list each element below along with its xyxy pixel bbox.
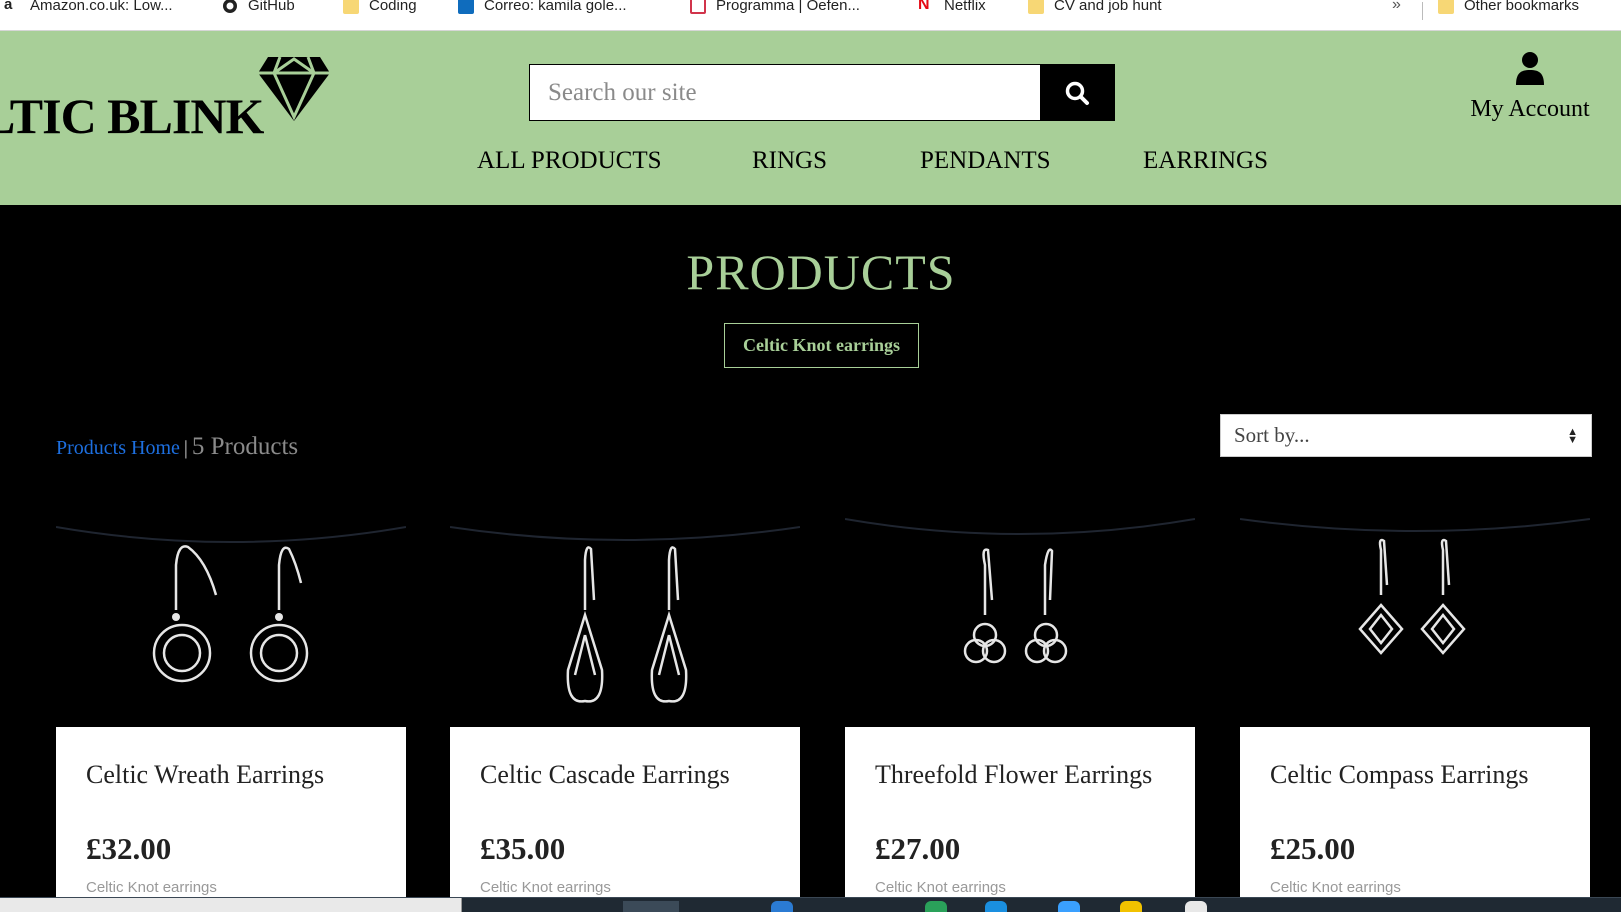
sort-label: Sort by...	[1234, 423, 1310, 447]
my-account-link[interactable]: My Account	[1460, 51, 1600, 123]
bookmark-other[interactable]: Other bookmarks	[1438, 0, 1579, 14]
product-image[interactable]	[449, 505, 801, 727]
bookmark-programma[interactable]: Programma | Oefen...	[690, 0, 860, 14]
product-name[interactable]: Celtic Cascade Earrings	[480, 757, 770, 829]
category-tag[interactable]: Celtic Knot earrings	[724, 323, 919, 368]
taskbar	[0, 897, 1621, 912]
main-nav: ALL PRODUCTS RINGS PENDANTS EARRINGS	[0, 147, 1621, 187]
bookmarks-bar: a Amazon.co.uk: Low... GitHub Coding Cor…	[0, 0, 1621, 31]
product-card[interactable]: Celtic Cascade Earrings £35.00 Celtic Kn…	[449, 505, 801, 912]
main-content: PRODUCTS Celtic Knot earrings Products H…	[0, 205, 1621, 912]
bookmark-coding[interactable]: Coding	[343, 0, 417, 14]
product-card[interactable]: Threefold Flower Earrings £27.00 Celtic …	[844, 505, 1196, 912]
sort-select[interactable]: Sort by... ▲ ▼	[1220, 414, 1592, 457]
my-account-label: My Account	[1470, 96, 1590, 122]
sort-arrows-icon: ▲ ▼	[1567, 425, 1578, 446]
folder-icon	[1028, 0, 1044, 14]
bookmark-icon	[690, 0, 706, 14]
taskbar-app-icon[interactable]	[1058, 901, 1080, 912]
amazon-icon: a	[4, 0, 13, 13]
bookmark-cv[interactable]: CV and job hunt	[1028, 0, 1162, 14]
bookmark-outlook[interactable]: Correo: kamila gole...	[458, 0, 627, 14]
diamond-logo-icon[interactable]	[256, 55, 332, 123]
taskbar-app-icon[interactable]	[1120, 901, 1142, 912]
product-info: Celtic Compass Earrings £25.00 Celtic Kn…	[1240, 727, 1590, 912]
product-card[interactable]: Celtic Wreath Earrings £32.00 Celtic Kno…	[55, 505, 407, 912]
outlook-icon	[458, 0, 474, 14]
folder-icon	[1438, 0, 1454, 14]
products-home-link[interactable]: Products Home	[56, 437, 180, 459]
folder-icon	[343, 0, 359, 14]
nav-all-products[interactable]: ALL PRODUCTS	[477, 147, 662, 175]
product-card[interactable]: Celtic Compass Earrings £25.00 Celtic Kn…	[1239, 505, 1591, 912]
product-price: £25.00	[1270, 831, 1356, 866]
product-info: Celtic Wreath Earrings £32.00 Celtic Kno…	[56, 727, 406, 912]
nav-rings[interactable]: RINGS	[752, 147, 827, 175]
site-header: LTIC BLINK My Account ALL PRODUCTS RINGS…	[0, 31, 1621, 205]
product-image[interactable]	[55, 505, 407, 727]
search-input[interactable]	[530, 65, 1040, 120]
breadcrumb-separator: |	[183, 437, 188, 459]
product-category[interactable]: Celtic Knot earrings	[1270, 879, 1401, 896]
product-name[interactable]: Celtic Compass Earrings	[1270, 757, 1560, 829]
product-price: £32.00	[86, 831, 172, 866]
netflix-icon: N	[918, 0, 930, 13]
product-info: Celtic Cascade Earrings £35.00 Celtic Kn…	[450, 727, 800, 912]
taskbar-search[interactable]	[0, 898, 462, 912]
taskbar-app-active[interactable]	[623, 901, 679, 912]
user-icon	[1516, 52, 1544, 85]
product-price: £27.00	[875, 831, 961, 866]
product-info: Threefold Flower Earrings £27.00 Celtic …	[845, 727, 1195, 912]
search-bar	[529, 64, 1115, 121]
taskbar-app-icon[interactable]	[985, 901, 1007, 912]
taskbar-app-icon[interactable]	[1185, 901, 1207, 912]
product-count: 5 Products	[191, 433, 299, 460]
bookmark-netflix[interactable]: N Netflix	[918, 0, 986, 14]
page-title: PRODUCTS	[686, 244, 956, 300]
bookmark-amazon[interactable]: a Amazon.co.uk: Low...	[4, 0, 173, 14]
taskbar-app-icon[interactable]	[925, 901, 947, 912]
search-button[interactable]	[1040, 65, 1114, 120]
product-image[interactable]	[1239, 505, 1591, 727]
breadcrumb: Products Home | 5 Products	[56, 433, 298, 461]
search-icon	[1065, 81, 1089, 105]
bookmarks-divider	[1422, 2, 1423, 20]
bookmark-github[interactable]: GitHub	[222, 0, 295, 14]
product-category[interactable]: Celtic Knot earrings	[480, 879, 611, 896]
product-category[interactable]: Celtic Knot earrings	[875, 879, 1006, 896]
product-category[interactable]: Celtic Knot earrings	[86, 879, 217, 896]
product-image[interactable]	[844, 505, 1196, 727]
nav-earrings[interactable]: EARRINGS	[1143, 147, 1268, 175]
bookmarks-overflow-button[interactable]: »	[1392, 0, 1401, 14]
product-name[interactable]: Threefold Flower Earrings	[875, 757, 1165, 829]
product-price: £35.00	[480, 831, 566, 866]
logo-text[interactable]: LTIC BLINK	[0, 87, 264, 145]
nav-pendants[interactable]: PENDANTS	[920, 147, 1051, 175]
github-icon	[222, 0, 238, 14]
taskbar-app-icon[interactable]	[771, 901, 793, 912]
product-name[interactable]: Celtic Wreath Earrings	[86, 757, 376, 829]
